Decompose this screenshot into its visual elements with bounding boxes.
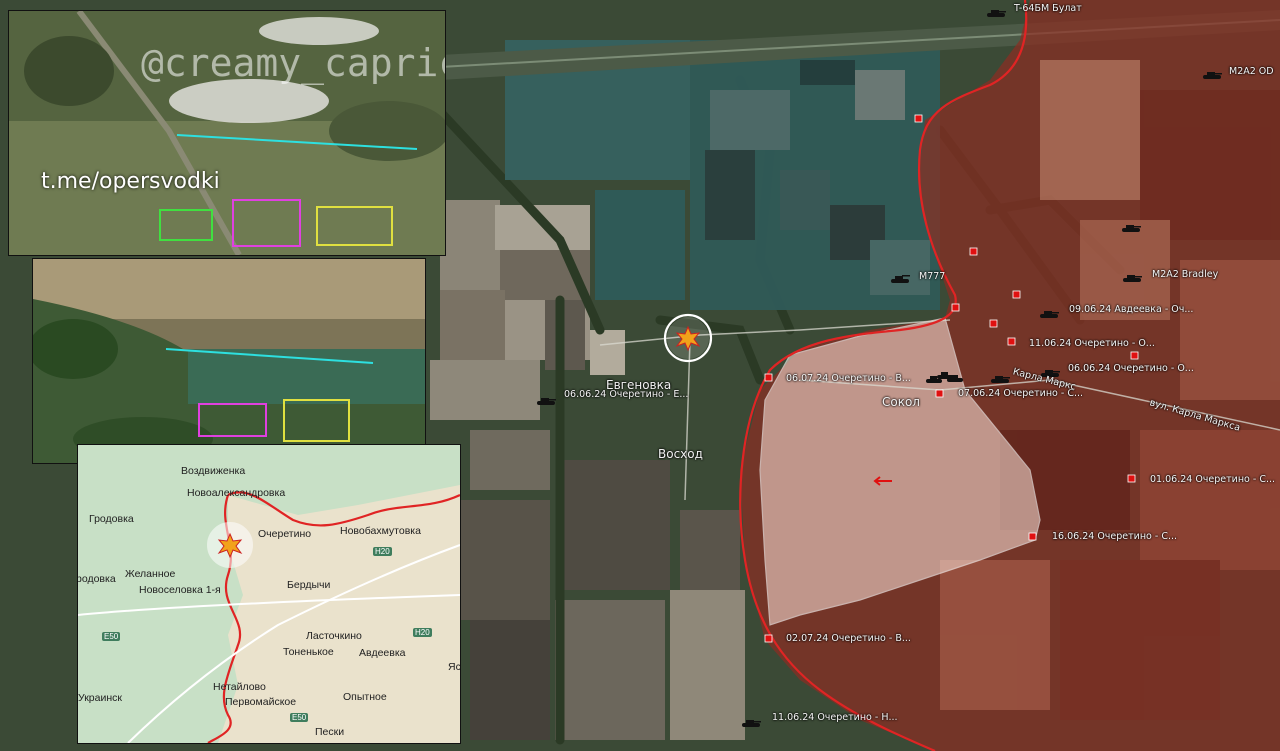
vehicle-label-m2a2-od: M2A2 OD: [1229, 66, 1274, 77]
road-sign-e50: E50: [102, 632, 121, 641]
event-label: 06.06.24 Очеретино - О...: [1068, 363, 1194, 374]
inset-town: Желанное: [125, 568, 176, 580]
inset-town: Авдеевка: [359, 647, 406, 659]
inset-town: Опытное: [343, 691, 387, 703]
town-label-sokol: Сокол: [882, 395, 920, 409]
inset-town: Первомайское: [225, 696, 297, 708]
town-label-evgenovka: Евгеновка: [606, 378, 672, 392]
tank-icon[interactable]: [990, 369, 1010, 383]
inset-map[interactable]: Воздвиженка Новоалександровка Гродовка О…: [77, 444, 461, 744]
inset-town: Нетайлово: [213, 681, 266, 693]
inset-town: Яс: [448, 661, 461, 673]
inset-town: Пески: [315, 726, 345, 738]
vehicle-label-m2a2-bradley: M2A2 Bradley: [1152, 269, 1219, 280]
tank-group-icon[interactable]: [925, 370, 965, 383]
tank-icon[interactable]: [1040, 363, 1060, 377]
strike-marker[interactable]: [663, 313, 713, 363]
tank-icon[interactable]: [536, 391, 556, 405]
tank-icon[interactable]: [1121, 218, 1141, 232]
town-label-voskhod: Восход: [658, 447, 703, 461]
event-label: 01.06.24 Очеретино - С...: [1150, 474, 1276, 485]
tank-icon[interactable]: [741, 713, 761, 727]
tank-icon[interactable]: [1202, 65, 1222, 79]
event-label: 02.07.24 Очеретино - В...: [786, 633, 911, 644]
inset-town: Ласточкино: [306, 630, 362, 642]
watermark-channel: t.me/opersvodki: [41, 169, 220, 194]
event-label: 11.06.24 Очеретино - Н...: [772, 712, 898, 723]
inset-town: Новоалександровка: [187, 487, 286, 499]
inset-town: Тоненькое: [283, 646, 334, 658]
watermark-handle: @creamy_caprice: [141, 41, 445, 85]
inset-town: Гродовка: [89, 513, 134, 525]
tank-icon[interactable]: [1039, 304, 1059, 318]
inset-town: Украинск: [78, 692, 122, 704]
road-sign-h20: H20: [373, 547, 392, 556]
inset-town: Очеретино: [258, 528, 312, 540]
drone-photo-top: @creamy_caprice t.me/opersvodki: [8, 10, 446, 256]
vehicle-label-t64: T-64БМ Булат: [1014, 3, 1082, 14]
inset-town: Бердычи: [287, 579, 331, 591]
event-label: 06.07.24 Очеретино - В...: [786, 373, 911, 384]
event-label: 09.06.24 Авдеевка - Оч...: [1069, 304, 1194, 315]
inset-town: Новобахмутовка: [340, 525, 421, 537]
drone-photo-middle: [32, 258, 426, 464]
event-label: 16.06.24 Очеретино - С...: [1052, 531, 1178, 542]
road-sign-h20: H20: [413, 628, 432, 637]
inset-town: родовка: [77, 573, 116, 585]
road-sign-e50: E50: [290, 713, 309, 722]
tank-icon[interactable]: [986, 3, 1006, 17]
inset-town: Новоселовка 1-я: [139, 584, 221, 596]
vehicle-label-m777: M777: [919, 271, 946, 282]
artillery-icon[interactable]: [890, 269, 910, 283]
ifv-icon[interactable]: [1122, 268, 1142, 282]
event-label: 11.06.24 Очеретино - О...: [1029, 338, 1155, 349]
inset-town: Воздвиженка: [181, 465, 246, 477]
